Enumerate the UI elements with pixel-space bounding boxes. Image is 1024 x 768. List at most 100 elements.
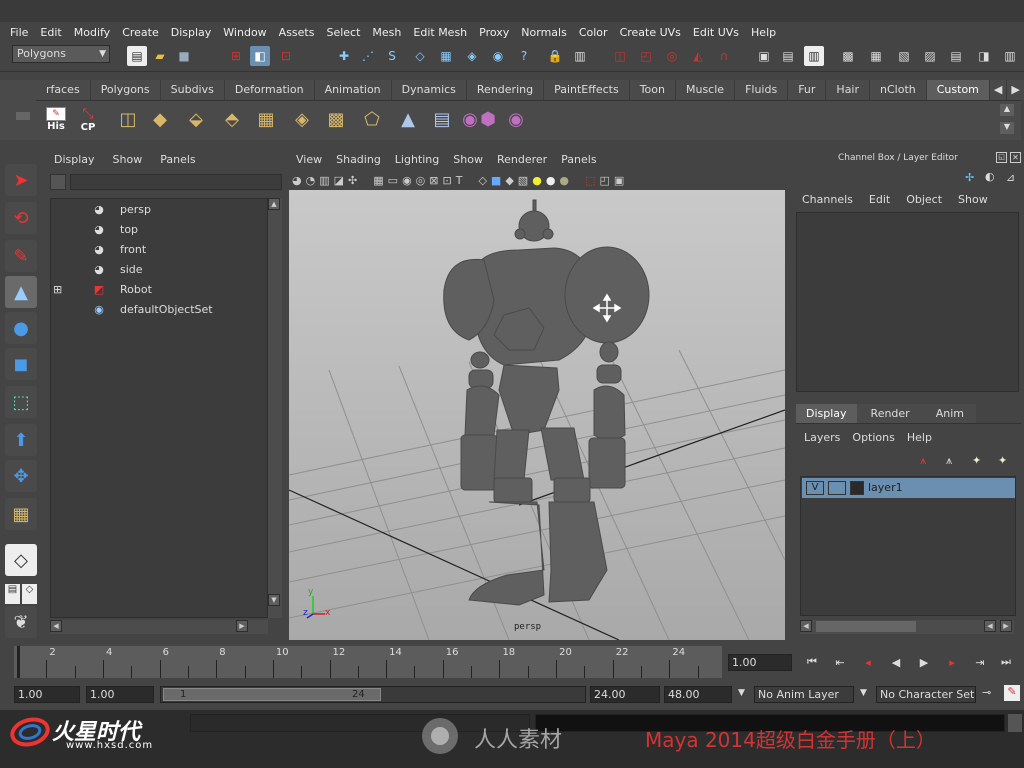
layout-persp-icon[interactable]: ◇ [22, 584, 37, 604]
film-gate-icon[interactable]: ▭ [388, 174, 398, 187]
float-panel-icon[interactable]: ◱ [996, 152, 1007, 163]
layer-color-swatch[interactable] [850, 481, 864, 495]
tab-dynamics[interactable]: Dynamics [391, 80, 467, 100]
layer-type-toggle[interactable] [828, 481, 846, 495]
save-icon[interactable]: ■ [174, 46, 194, 66]
bookmark-icon[interactable]: ▥ [319, 174, 329, 187]
scroll-down-icon[interactable]: ▼ [268, 594, 280, 606]
go-to-end-icon[interactable]: ⏭ [994, 654, 1018, 670]
viewport-menu-view[interactable]: View [296, 153, 322, 166]
scroll-thumb[interactable] [816, 621, 916, 632]
default-lighting-icon[interactable]: ● [532, 174, 542, 187]
open-folder-icon[interactable]: ▰ [150, 46, 170, 66]
tab-scroll-left-icon[interactable]: ◀ [989, 80, 1008, 100]
field-chart-icon[interactable]: ⊠ [429, 174, 438, 187]
scroll-right-icon[interactable]: ▶ [1000, 620, 1012, 632]
viewport-menu-shading[interactable]: Shading [336, 153, 381, 166]
layer-menu-help[interactable]: Help [907, 431, 932, 444]
tool-settings-icon[interactable]: ▧ [894, 46, 914, 66]
range-slider-handle[interactable]: 1 24 [163, 688, 381, 701]
start-time-field[interactable]: 1.00 [14, 686, 80, 703]
new-scene-icon[interactable]: ▤ [127, 46, 147, 66]
paint-select-tool-icon[interactable]: ✎ [5, 240, 37, 272]
soft-mod-icon[interactable]: ⬆ [5, 424, 37, 456]
close-icon[interactable]: ✕ [1010, 152, 1021, 163]
viewport-menu-show[interactable]: Show [453, 153, 483, 166]
shader-icon[interactable]: ◉ [502, 104, 530, 134]
safe-title-icon[interactable]: T [456, 174, 463, 187]
viewport-3d[interactable]: y z x persp [288, 190, 786, 641]
bevel-icon[interactable]: ⬘ [218, 104, 246, 134]
new-layer-icon[interactable]: ✦ [998, 454, 1007, 467]
channel-menu-object[interactable]: Object [906, 193, 942, 206]
safe-action-icon[interactable]: ⊡ [443, 174, 452, 187]
menu-window[interactable]: Window [217, 26, 272, 39]
wireframe-icon[interactable]: ◇ [478, 174, 486, 187]
hud-icon[interactable]: ▣ [614, 174, 624, 187]
select-object-icon[interactable]: ◧ [250, 46, 270, 66]
layer-menu-options[interactable]: Options [852, 431, 894, 444]
snap-surface-icon[interactable]: ▦ [436, 46, 456, 66]
menu-assets[interactable]: Assets [273, 26, 321, 39]
play-forward-icon[interactable]: ▶ [912, 654, 936, 670]
quick-selection-icon[interactable]: ▤ [778, 46, 798, 66]
snap-grid-icon[interactable]: ✚ [334, 46, 354, 66]
step-forward-key-icon[interactable]: ⇥ [968, 654, 992, 670]
tab-scroll-right-icon[interactable]: ▶ [1007, 80, 1024, 100]
menu-help[interactable]: Help [745, 26, 782, 39]
shelf-history-button[interactable]: ✎ His [42, 104, 70, 134]
viewport-menu-lighting[interactable]: Lighting [395, 153, 439, 166]
list-item[interactable]: ◕ front [51, 239, 267, 259]
current-frame-field[interactable]: 1.00 [728, 654, 792, 671]
menu-mesh[interactable]: Mesh [366, 26, 407, 39]
tab-muscle[interactable]: Muscle [675, 80, 736, 100]
layer-editor-icon[interactable]: ▤ [946, 46, 966, 66]
tab-ncloth[interactable]: nCloth [870, 80, 927, 100]
scroll-left-icon[interactable]: ◀ [800, 620, 812, 632]
2d-pan-icon[interactable]: ✣ [348, 174, 357, 187]
snap-view-icon[interactable]: ◉ [488, 46, 508, 66]
smooth-shade-icon[interactable]: ■ [491, 174, 501, 187]
menu-modify[interactable]: Modify [68, 26, 116, 39]
tab-fluids[interactable]: Fluids [735, 80, 789, 100]
layer-menu-layers[interactable]: Layers [804, 431, 840, 444]
list-item[interactable]: ◉ defaultObjectSet [51, 299, 267, 319]
extrude-icon[interactable]: ⬙ [182, 104, 210, 134]
menu-select[interactable]: Select [320, 26, 366, 39]
history-icon[interactable]: ▥ [570, 46, 590, 66]
outliner-layout-icon[interactable]: ❦ [5, 606, 37, 638]
new-layer-selected-icon[interactable]: ✦ [972, 454, 981, 467]
range-slider[interactable]: 1 24 [160, 686, 586, 703]
step-back-frame-icon[interactable]: ◂ [856, 654, 880, 670]
scale-tool-icon[interactable]: ◼ [5, 348, 37, 380]
render-frame-icon[interactable]: ◫ [610, 46, 630, 66]
hypershade-icon[interactable]: ◭ [688, 46, 708, 66]
isolate-select-icon[interactable]: ⬚ [585, 174, 595, 187]
layer-move-up-icon[interactable]: ⩚ [920, 454, 926, 468]
playback-end-field[interactable]: 24.00 [590, 686, 660, 703]
tab-surfaces[interactable]: rfaces [36, 80, 91, 100]
single-pane-layout-icon[interactable]: ◇ [5, 544, 37, 576]
snap-point-icon[interactable]: Ѕ [382, 46, 402, 66]
channel-menu-show[interactable]: Show [958, 193, 988, 206]
scroll-up-icon[interactable]: ▲ [268, 198, 280, 210]
key-icon[interactable]: ⊸ [982, 686, 991, 699]
channel-box-icon[interactable]: ▨ [920, 46, 940, 66]
lasso-tool-icon[interactable]: ⟲ [5, 202, 37, 234]
ipr-render-icon[interactable]: ◰ [636, 46, 656, 66]
axis-icon[interactable]: ✢ [965, 171, 974, 184]
select-component-icon[interactable]: ⊡ [276, 46, 296, 66]
outliner-icon[interactable]: ▥ [1000, 46, 1020, 66]
append-polygon-icon[interactable]: ⬠ [358, 104, 386, 134]
tab-display[interactable]: Display [796, 404, 857, 423]
menu-edit-uvs[interactable]: Edit UVs [687, 26, 745, 39]
help-icon[interactable]: ? [514, 46, 534, 66]
select-hierarchy-icon[interactable]: ⊞ [226, 46, 246, 66]
tab-polygons[interactable]: Polygons [90, 80, 161, 100]
snap-plane-icon[interactable]: ◇ [410, 46, 430, 66]
shadows-icon[interactable]: ● [559, 174, 569, 187]
poly-cylinder-icon[interactable]: ◫ [114, 104, 142, 134]
script-editor-icon[interactable] [1008, 714, 1022, 732]
shelf-scroll-up-icon[interactable]: ▲ [1000, 104, 1014, 116]
poly-plane-icon[interactable]: ◆ [146, 104, 174, 134]
